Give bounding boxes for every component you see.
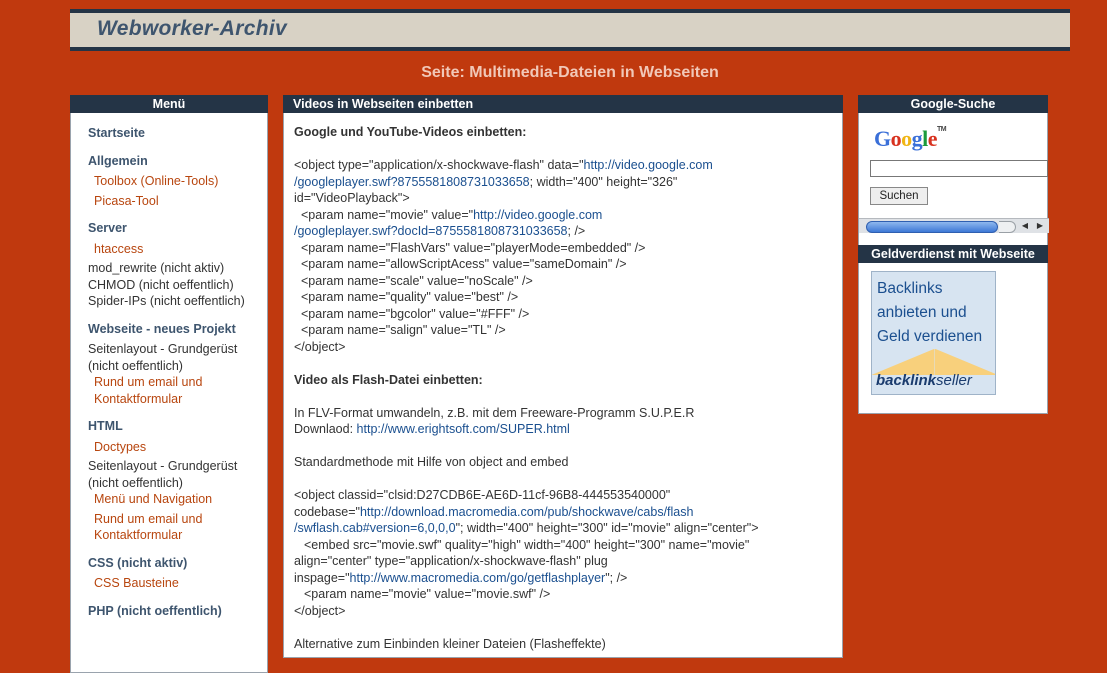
menu-item[interactable]: Allgemein — [71, 153, 267, 170]
search-title: Google-Suche — [858, 95, 1048, 113]
code-line: <param name="scale" value="noScale" /> — [301, 273, 533, 288]
menu-box: Startseite Allgemein Toolbox (Online-Tools… — [70, 113, 268, 673]
google-logo[interactable]: GoogleTM — [874, 126, 947, 152]
menu-item[interactable]: Rund um email und Kontaktformular — [71, 374, 267, 407]
google-search-panel: Google-Suche GoogleTM Suchen ◀ ▶ — [858, 95, 1049, 254]
menu-item[interactable]: Toolbox (Online-Tools) — [71, 173, 267, 190]
menu-item[interactable]: Server — [71, 220, 267, 237]
code-line: align="center" type="application/x-shock… — [294, 554, 608, 568]
code-line: <param name="movie" value="movie.swf" /> — [304, 587, 551, 601]
horizontal-scrollbar[interactable]: ◀ ▶ — [859, 218, 1049, 233]
google-logo-tm: TM — [937, 126, 947, 133]
site-title[interactable]: Webworker-Archiv — [97, 17, 287, 41]
code-line: id="VideoPlayback"> — [294, 191, 410, 205]
code-line: <param name="movie" value="http://video.… — [301, 207, 603, 222]
menu-item[interactable]: Webseite - neues Projekt — [71, 321, 267, 338]
code-line: </object> — [294, 603, 346, 618]
ad-title: Geldverdienst mit Webseite — [858, 245, 1048, 263]
code-line: <embed src="movie.swf" quality="high" wi… — [304, 537, 750, 552]
menu-item[interactable]: HTML — [71, 418, 267, 435]
code-line: <object classid="clsid:D27CDB6E-AE6D-11c… — [294, 488, 671, 502]
code-line: <param name="FlashVars" value="playerMod… — [301, 240, 646, 255]
search-input[interactable] — [870, 160, 1048, 177]
code-link[interactable]: http://www.macromedia.com/go/getflashpla… — [350, 571, 606, 585]
text-line: Downlaod: http://www.erightsoft.com/SUPE… — [294, 422, 570, 436]
backlinkseller-banner[interactable]: Backlinks anbieten und Geld verdienen ba… — [871, 271, 996, 395]
menu-item: mod_rewrite (nicht aktiv) — [88, 261, 225, 275]
scroll-right-icon[interactable]: ▶ — [1033, 220, 1047, 232]
code-line: </object> — [294, 339, 346, 354]
banner-brand: backlinkseller — [876, 372, 972, 389]
code-link[interactable]: /googleplayer.swf?docId=8755581808731033… — [294, 224, 568, 238]
sidebar-menu: Menü Startseite Allgemein Toolbox (Online-… — [70, 95, 268, 673]
code-line: <param name="salign" value="TL" /> — [301, 323, 506, 337]
code-line: <param name="bgcolor" value="#FFF" /> — [301, 306, 530, 321]
main-content: Videos in Webseiten einbetten Google und… — [283, 95, 843, 658]
code-link[interactable]: http://video.google.com — [473, 208, 602, 222]
search-box: GoogleTM Suchen ◀ ▶ — [858, 113, 1049, 254]
scrollbar-thumb[interactable] — [866, 221, 998, 233]
section-heading: Google und YouTube-Videos einbetten: — [294, 125, 527, 139]
menu-item: CHMOD (nicht oeffentlich) — [88, 277, 234, 292]
code-line: <param name="allowScriptAcess" value="sa… — [301, 257, 627, 271]
page-title: Seite: Multimedia-Dateien in Webseiten — [421, 64, 719, 81]
menu-item[interactable]: Picasa-Tool — [71, 193, 267, 210]
code-link[interactable]: /swflash.cab#version=6,0,0,0 — [294, 521, 456, 535]
code-line: /googleplayer.swf?docId=8755581808731033… — [294, 224, 586, 238]
content-box: Google und YouTube-Videos einbetten: <ob… — [283, 113, 843, 658]
menu-item: Seitenlayout - Grundgerüst (nicht oeffen… — [88, 459, 238, 490]
code-link[interactable]: http://download.macromedia.com/pub/shock… — [360, 505, 694, 519]
scroll-left-icon[interactable]: ◀ — [1018, 220, 1032, 232]
text-line: Standardmethode mit Hilfe von object and… — [294, 455, 569, 469]
search-button[interactable]: Suchen — [870, 187, 928, 205]
code-line: <param name="quality" value="best" /> — [301, 290, 519, 304]
code-line: /swflash.cab#version=6,0,0,0"; width="40… — [294, 521, 759, 535]
banner-text: Backlinks anbieten und Geld verdienen — [877, 280, 983, 345]
menu-item[interactable]: Menü und Navigation — [71, 491, 267, 508]
code-line: codebase="http://download.macromedia.com… — [294, 504, 694, 519]
menu-item[interactable]: Rund um email und Kontaktformular — [71, 511, 267, 544]
content-title: Videos in Webseiten einbetten — [283, 95, 843, 113]
menu-item[interactable]: CSS Bausteine — [71, 575, 267, 592]
site-header: Webworker-Archiv — [70, 9, 1070, 51]
menu-item[interactable]: PHP (nicht oeffentlich) — [71, 603, 267, 620]
ad-box: Backlinks anbieten und Geld verdienen ba… — [858, 263, 1048, 414]
code-line: <object type="application/x-shockwave-fl… — [294, 158, 713, 172]
menu-item: Seitenlayout - Grundgerüst (nicht oeffen… — [88, 342, 238, 373]
code-line: inspage="http://www.macromedia.com/go/ge… — [294, 570, 628, 585]
scrollbar-track-end — [999, 221, 1016, 233]
code-link[interactable]: /googleplayer.swf?8755581808731033658 — [294, 175, 530, 189]
text-line: In FLV-Format umwandeln, z.B. mit dem Fr… — [294, 405, 695, 420]
google-logo-text: Google — [874, 126, 938, 151]
section-heading: Video als Flash-Datei einbetten: — [294, 372, 483, 387]
code-line: /googleplayer.swf?8755581808731033658; w… — [294, 174, 678, 189]
text-line: Alternative zum Einbinden kleiner Dateie… — [294, 636, 606, 651]
ad-panel: Geldverdienst mit Webseite Backlinks anb… — [858, 245, 1048, 414]
download-link[interactable]: http://www.erightsoft.com/SUPER.html — [357, 422, 570, 436]
menu-item[interactable]: CSS (nicht aktiv) — [71, 555, 267, 572]
menu-title: Menü — [70, 95, 268, 113]
menu-item: Spider-IPs (nicht oeffentlich) — [88, 294, 245, 308]
menu-item[interactable]: Startseite — [71, 125, 267, 142]
code-link[interactable]: http://video.google.com — [584, 158, 713, 172]
menu-item[interactable]: Doctypes — [71, 439, 267, 456]
menu-item[interactable]: htaccess — [71, 241, 267, 258]
